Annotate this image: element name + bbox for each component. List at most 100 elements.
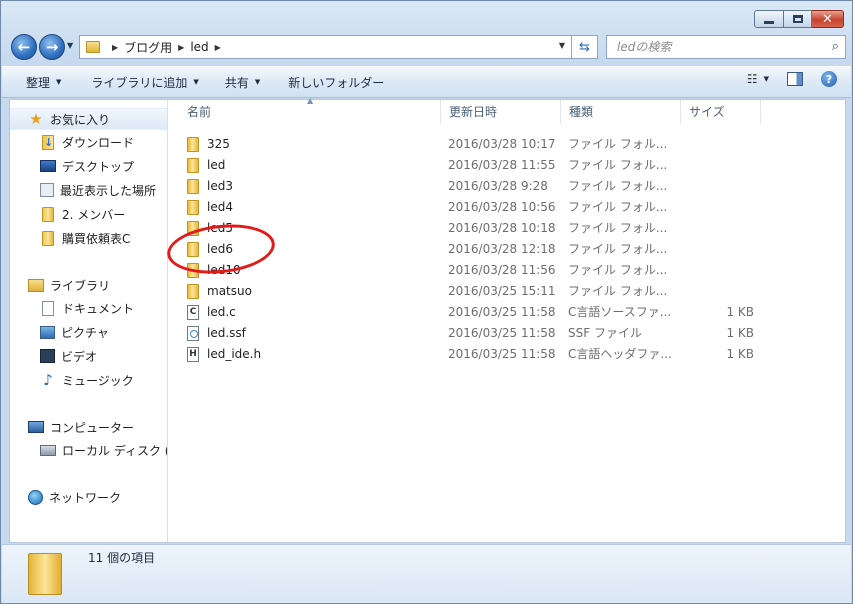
ssf-file-icon	[187, 326, 199, 341]
table-row[interactable]: led3 2016/03/28 9:28 ファイル フォル...	[169, 176, 845, 197]
folder-icon	[187, 179, 199, 194]
address-dropdown-icon[interactable]: ▼	[559, 41, 565, 50]
table-row[interactable]: Hled_ide.h 2016/03/25 11:58 C言語ヘッダファ... 1 K…	[169, 344, 845, 365]
nav-item-recent-places[interactable]: 最近表示した場所	[10, 178, 167, 202]
downloads-folder-icon	[42, 134, 54, 150]
nav-item-members[interactable]: 2. メンバー	[10, 202, 167, 226]
file-name-cell[interactable]: led3	[187, 176, 437, 197]
file-name-cell[interactable]: led6	[187, 239, 437, 260]
chevron-right-icon[interactable]: ▶	[178, 43, 184, 52]
content-area: ★ お気に入り ダウンロード デスクトップ 最近表示した場所 2.	[9, 96, 846, 543]
table-row[interactable]: led10 2016/03/28 11:56 ファイル フォル...	[169, 260, 845, 281]
folder-icon	[187, 221, 199, 236]
minimize-button[interactable]	[754, 10, 784, 28]
table-row[interactable]: led4 2016/03/28 10:56 ファイル フォル...	[169, 197, 845, 218]
table-row[interactable]: 325 2016/03/28 10:17 ファイル フォル...	[169, 134, 845, 155]
nav-item-purchase-request[interactable]: 購買依頼表C	[10, 226, 167, 250]
preview-pane-icon[interactable]	[787, 72, 803, 86]
column-type[interactable]: 種類	[561, 100, 681, 124]
help-icon[interactable]: ?	[821, 71, 837, 87]
search-input[interactable]	[617, 40, 817, 54]
chevron-down-icon: ▼	[193, 78, 199, 86]
file-name: led10	[207, 263, 241, 277]
folder-icon	[187, 284, 199, 299]
address-row: ← → ▼ ▶ ブログ用 ▶ led ▶ ▼ ⇆ ⌕	[9, 33, 846, 61]
file-list: ▲ 名前 更新日時 種類 サイズ 325 2016/03/28 10:17 ファイル…	[169, 96, 845, 542]
close-button[interactable]: ✕	[812, 10, 844, 28]
document-icon	[42, 300, 54, 316]
nav-item-label: ローカル ディスク (	[62, 443, 168, 458]
nav-item-label: ピクチャ	[61, 325, 109, 340]
add-to-library-label: ライブラリに追加	[91, 75, 188, 90]
file-name-cell[interactable]: 325	[187, 134, 437, 155]
file-name: led_ide.h	[207, 347, 262, 361]
nav-item-music[interactable]: ♪ ミュージック	[10, 368, 167, 392]
nav-item-downloads[interactable]: ダウンロード	[10, 130, 167, 154]
table-row[interactable]: led5 2016/03/28 10:18 ファイル フォル...	[169, 218, 845, 239]
nav-item-label: 最近表示した場所	[60, 183, 157, 198]
file-type: ファイル フォル...	[568, 221, 668, 235]
nav-item-label: ビデオ	[61, 349, 98, 364]
file-name: led.c	[207, 305, 236, 319]
nav-item-pictures[interactable]: ピクチャ	[10, 320, 167, 344]
forward-button[interactable]: →	[39, 34, 65, 60]
file-type: ファイル フォル...	[568, 179, 668, 193]
share-label: 共有	[224, 75, 249, 90]
file-name-cell[interactable]: led5	[187, 218, 437, 239]
new-folder-button[interactable]: 新しいフォルダー	[280, 70, 392, 95]
nav-libraries-label: ライブラリ	[50, 278, 111, 293]
refresh-button[interactable]: ⇆	[572, 35, 598, 59]
maximize-button[interactable]	[784, 10, 812, 28]
nav-favorites[interactable]: ★ お気に入り	[10, 108, 167, 130]
chevron-right-icon[interactable]: ▶	[215, 43, 221, 52]
search-icon[interactable]: ⌕	[832, 39, 839, 54]
file-name-cell[interactable]: led.ssf	[187, 323, 437, 344]
nav-network[interactable]: ネットワーク	[10, 486, 167, 508]
file-date: 2016/03/25 15:11	[448, 284, 556, 298]
close-icon: ✕	[822, 11, 833, 27]
nav-libraries[interactable]: ライブラリ	[10, 274, 167, 296]
chevron-right-icon[interactable]: ▶	[112, 43, 118, 52]
file-rows: 325 2016/03/28 10:17 ファイル フォル... led 2016/03…	[169, 134, 845, 365]
nav-item-documents[interactable]: ドキュメント	[10, 296, 167, 320]
nav-item-videos[interactable]: ビデオ	[10, 344, 167, 368]
column-date-modified[interactable]: 更新日時	[441, 100, 561, 124]
file-name-cell[interactable]: led10	[187, 260, 437, 281]
table-row[interactable]: matsuo 2016/03/25 15:11 ファイル フォル...	[169, 281, 845, 302]
computer-group: コンピューター ローカル ディスク (	[10, 416, 167, 462]
breadcrumb-led[interactable]: led	[190, 40, 208, 54]
column-name[interactable]: 名前	[179, 100, 441, 124]
table-row[interactable]: led6 2016/03/28 12:18 ファイル フォル...	[169, 239, 845, 260]
file-type: ファイル フォル...	[568, 137, 668, 151]
caption-buttons: ✕	[754, 10, 844, 28]
command-bar: 整理 ▼ ライブラリに追加 ▼ 共有 ▼ 新しいフォルダー ☷ ▼ ?	[2, 66, 851, 98]
add-to-library-button[interactable]: ライブラリに追加 ▼	[83, 70, 206, 95]
file-type: C言語ソースファ...	[568, 305, 672, 319]
change-view-button[interactable]: ☷ ▼	[747, 72, 769, 86]
search-box[interactable]: ⌕	[606, 35, 846, 59]
organize-button[interactable]: 整理 ▼	[18, 70, 69, 95]
nav-item-label: 購買依頼表C	[62, 231, 131, 246]
file-name-cell[interactable]: Hled_ide.h	[187, 344, 437, 365]
file-date: 2016/03/25 11:58	[448, 347, 556, 361]
table-row[interactable]: Cled.c 2016/03/25 11:58 C言語ソースファ... 1 KB	[169, 302, 845, 323]
nav-item-label: デスクトップ	[62, 159, 135, 174]
file-name-cell[interactable]: led4	[187, 197, 437, 218]
nav-computer-label: コンピューター	[50, 420, 135, 435]
table-row[interactable]: led 2016/03/28 11:55 ファイル フォル...	[169, 155, 845, 176]
address-bar[interactable]: ▶ ブログ用 ▶ led ▶ ▼	[79, 35, 572, 59]
back-button[interactable]: ←	[11, 34, 37, 60]
share-button[interactable]: 共有 ▼	[217, 70, 268, 95]
nav-item-desktop[interactable]: デスクトップ	[10, 154, 167, 178]
column-size[interactable]: サイズ	[681, 100, 761, 124]
nav-item-local-disk[interactable]: ローカル ディスク (	[10, 438, 167, 462]
file-name: led3	[207, 179, 233, 193]
recent-pages-dropdown[interactable]: ▼	[67, 41, 73, 50]
file-name-cell[interactable]: matsuo	[187, 281, 437, 302]
breadcrumb-blog[interactable]: ブログ用	[124, 39, 172, 56]
file-name-cell[interactable]: Cled.c	[187, 302, 437, 323]
nav-computer[interactable]: コンピューター	[10, 416, 167, 438]
table-row[interactable]: led.ssf 2016/03/25 11:58 SSF ファイル 1 KB	[169, 323, 845, 344]
folder-icon	[187, 263, 199, 278]
file-name-cell[interactable]: led	[187, 155, 437, 176]
